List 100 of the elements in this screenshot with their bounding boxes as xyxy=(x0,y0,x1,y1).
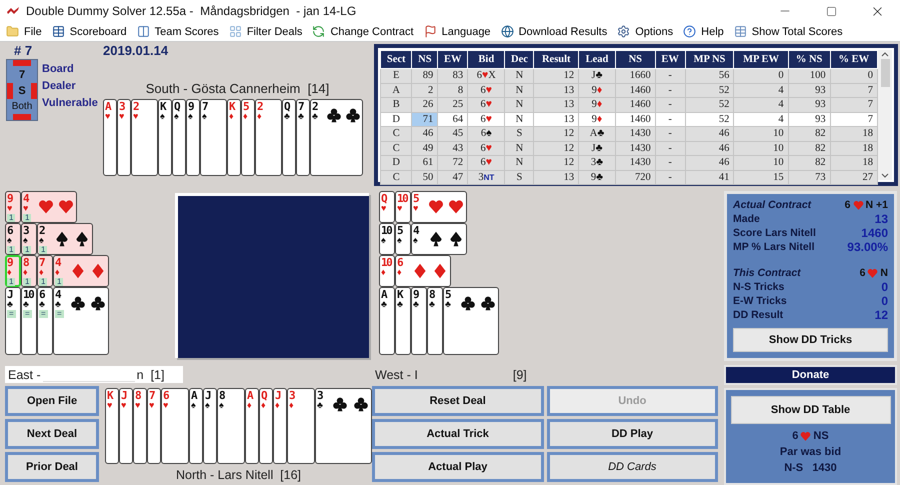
playing-card[interactable]: A ♥ xyxy=(103,99,117,176)
playing-card[interactable]: J ♦ xyxy=(273,388,287,464)
playing-card[interactable]: 8 ♠ xyxy=(217,388,245,464)
playing-card[interactable]: 3 ♣ xyxy=(315,388,372,464)
playing-card[interactable]: 6 ♠ 1 xyxy=(5,223,21,255)
table-row[interactable]: B 26 25 6♥ N 13 9♦ 1460 - 52 4 93 7 xyxy=(380,98,878,112)
playing-card[interactable]: A ♠ xyxy=(189,388,203,464)
column-header[interactable]: EW xyxy=(655,50,686,68)
show-dd-tricks-button[interactable]: Show DD Tricks xyxy=(733,328,888,352)
menu-item[interactable]: Show Total Scores xyxy=(734,25,843,38)
playing-card[interactable]: K ♣ xyxy=(395,287,411,355)
playing-card[interactable]: 3 ♦ xyxy=(287,388,315,464)
playing-card[interactable]: 10 ♣ = xyxy=(21,287,37,355)
playing-card[interactable]: 9 ♠ xyxy=(186,99,200,176)
scroll-thumb[interactable] xyxy=(880,59,890,87)
show-dd-table-button[interactable]: Show DD Table xyxy=(730,396,890,424)
playing-card[interactable]: A ♣ xyxy=(379,287,395,355)
playing-card[interactable]: 6 ♥ xyxy=(161,388,189,464)
maximize-icon[interactable] xyxy=(826,6,836,16)
table-row[interactable]: C 46 45 6♠ S 12 A♣ 1430 - 46 10 82 18 xyxy=(380,126,878,141)
playing-card[interactable]: 2 ♥ xyxy=(131,99,158,176)
scroll-up-icon[interactable] xyxy=(881,52,889,57)
table-cell: J♣ xyxy=(578,68,616,83)
action-button[interactable]: Next Deal xyxy=(5,419,99,449)
playing-card[interactable]: 8 ♥ xyxy=(133,388,147,464)
playing-card[interactable]: 9 ♣ xyxy=(411,287,427,355)
playing-card[interactable]: 10 ♥ xyxy=(395,191,411,223)
menu-item[interactable]: Help xyxy=(683,25,724,38)
table-row[interactable]: D 61 72 6♥ N 12 3♣ 1430 - 46 10 82 18 xyxy=(380,156,878,170)
column-header[interactable]: Lead xyxy=(578,50,616,68)
action-button[interactable]: Open File xyxy=(5,386,99,416)
column-header[interactable]: Bid xyxy=(468,50,505,68)
playing-card[interactable]: 2 ♦ xyxy=(255,99,282,176)
action-button[interactable]: DD Play xyxy=(546,419,718,449)
playing-card[interactable]: 9 ♥ 1 xyxy=(5,191,21,223)
playing-card[interactable]: 4 ♠ xyxy=(411,223,467,255)
action-button[interactable]: Prior Deal xyxy=(5,452,99,482)
table-row[interactable]: D 71 64 6♥ N 13 9♦ 1460 - 52 4 93 7 xyxy=(380,112,878,126)
playing-card[interactable]: Q ♥ xyxy=(379,191,395,223)
action-button[interactable]: Actual Play xyxy=(372,452,544,482)
playing-card[interactable]: K ♥ xyxy=(105,388,119,464)
playing-card[interactable]: J ♠ xyxy=(203,388,217,464)
playing-card[interactable]: K ♦ xyxy=(227,99,241,176)
menu-item[interactable]: Change Contract xyxy=(312,25,414,38)
playing-card[interactable]: A ♦ xyxy=(245,388,259,464)
playing-card[interactable]: 7 ♣ xyxy=(296,99,310,176)
donate-button[interactable]: Donate xyxy=(724,365,897,385)
action-button[interactable]: Actual Trick xyxy=(372,419,544,449)
menu-item[interactable]: Team Scores xyxy=(136,25,219,38)
playing-card[interactable]: K ♠ xyxy=(158,99,172,176)
column-header[interactable]: NS xyxy=(615,50,656,68)
playing-card[interactable]: 9 ♦ 1 xyxy=(5,255,21,287)
table-row[interactable]: A 2 8 6♥ N 13 9♦ 1460 - 52 4 93 7 xyxy=(380,83,878,98)
table-row[interactable]: C 50 47 3NT S 13 9♣ 720 - 41 15 73 27 xyxy=(380,170,878,184)
column-header[interactable]: Result xyxy=(534,50,579,68)
playing-card[interactable]: 5 ♠ xyxy=(395,223,411,255)
menu-item[interactable]: Language xyxy=(424,25,491,38)
playing-card[interactable]: 7 ♥ xyxy=(147,388,161,464)
action-button[interactable]: DD Cards xyxy=(546,452,718,482)
column-header[interactable]: % NS xyxy=(788,50,830,68)
menu-item[interactable]: Download Results xyxy=(500,25,608,38)
playing-card[interactable]: 3 ♠ 1 xyxy=(21,223,37,255)
column-header[interactable]: Sect xyxy=(380,50,412,68)
playing-card[interactable]: 4 ♦ 1 xyxy=(53,255,109,287)
column-header[interactable]: MP NS xyxy=(685,50,734,68)
playing-card[interactable]: 8 ♦ 1 xyxy=(21,255,37,287)
playing-card[interactable]: 7 ♦ 1 xyxy=(37,255,53,287)
playing-card[interactable]: 6 ♣ = xyxy=(37,287,53,355)
menu-item[interactable]: File xyxy=(6,25,42,38)
playing-card[interactable]: Q ♦ xyxy=(259,388,273,464)
scrollbar[interactable] xyxy=(878,50,892,180)
table-row[interactable]: E 89 83 6♥X N 12 J♣ 1660 - 56 0 100 0 xyxy=(380,68,878,83)
playing-card[interactable]: J ♥ xyxy=(119,388,133,464)
menu-item[interactable]: Filter Deals xyxy=(228,25,302,38)
menu-item[interactable]: Scoreboard xyxy=(52,25,127,38)
playing-card[interactable]: 6 ♦ xyxy=(395,255,451,287)
table-row[interactable]: C 49 43 6♥ N 12 J♣ 1430 - 46 10 82 18 xyxy=(380,141,878,156)
playing-card[interactable]: 5 ♥ xyxy=(411,191,467,223)
playing-card[interactable]: 4 ♥ 1 xyxy=(21,191,77,223)
playing-card[interactable]: Q ♣ xyxy=(282,99,296,176)
playing-card[interactable]: 10 ♠ xyxy=(379,223,395,255)
playing-card[interactable]: 5 ♣ xyxy=(443,287,499,355)
playing-card[interactable]: 8 ♣ xyxy=(427,287,443,355)
column-header[interactable]: Dec xyxy=(504,50,534,68)
playing-card[interactable]: 3 ♥ xyxy=(117,99,131,176)
playing-card[interactable]: 5 ♦ xyxy=(241,99,255,176)
column-header[interactable]: % EW xyxy=(830,50,878,68)
playing-card[interactable]: 4 ♣ = xyxy=(53,287,109,355)
playing-card[interactable]: 2 ♣ xyxy=(310,99,363,176)
menu-item[interactable]: Options xyxy=(617,25,674,38)
playing-card[interactable]: 2 ♠ 1 xyxy=(37,223,93,255)
playing-card[interactable]: Q ♠ xyxy=(172,99,186,176)
playing-card[interactable]: 10 ♦ xyxy=(379,255,395,287)
playing-card[interactable]: 7 ♠ xyxy=(200,99,227,176)
action-button[interactable]: Reset Deal xyxy=(372,386,544,416)
column-header[interactable]: MP EW xyxy=(734,50,788,68)
column-header[interactable]: EW xyxy=(438,50,468,68)
playing-card[interactable]: J ♣ = xyxy=(5,287,21,355)
column-header[interactable]: NS xyxy=(412,50,438,68)
scroll-down-icon[interactable] xyxy=(881,173,889,178)
